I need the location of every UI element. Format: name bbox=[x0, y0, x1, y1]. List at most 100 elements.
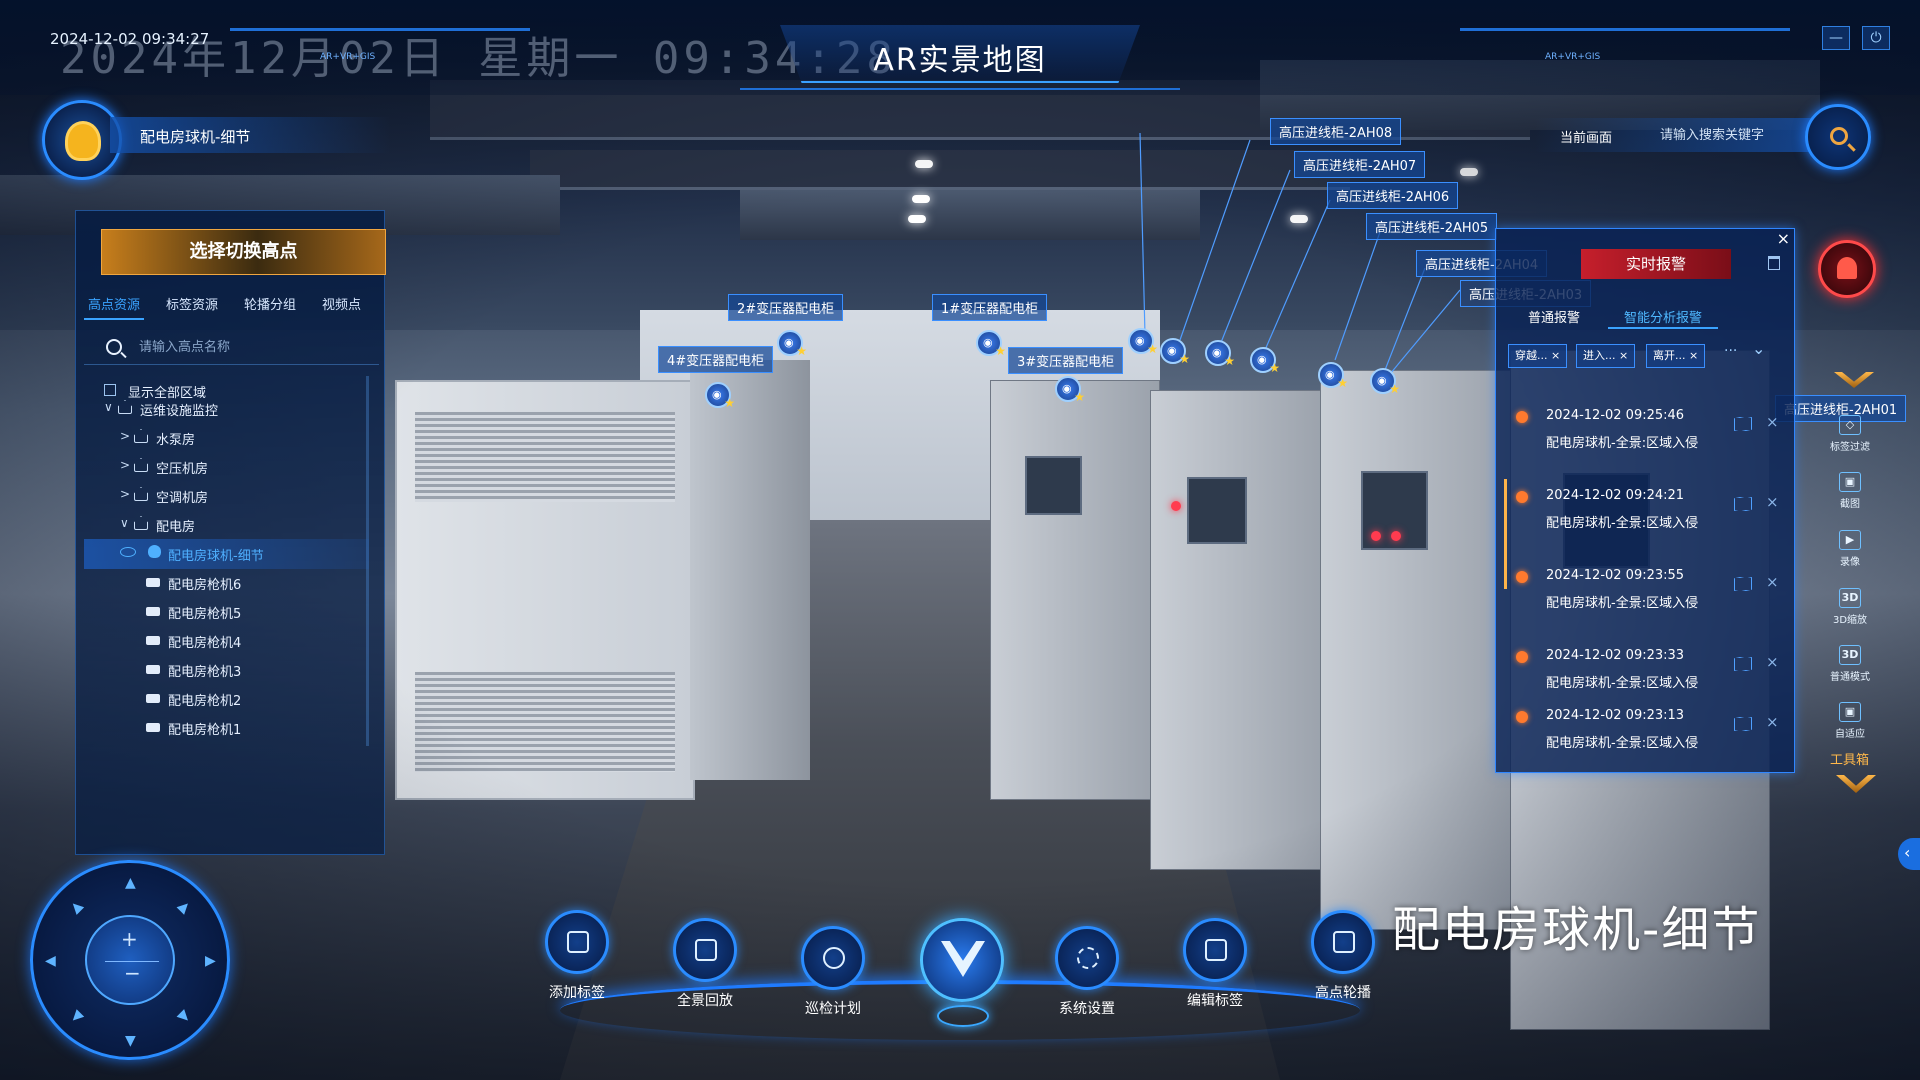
carousel-icon bbox=[1311, 910, 1375, 974]
collapse-sidebar-button[interactable]: ‹ bbox=[1898, 838, 1920, 870]
header-clock: 2024-12-02 09:34:27 bbox=[50, 30, 210, 48]
scene-tag-2ah07[interactable]: 高压进线柜-2AH07 bbox=[1294, 151, 1426, 178]
tree-item-ops-monitor[interactable]: ∨ 运维设施监控 bbox=[76, 394, 376, 424]
panorama-playback-button[interactable]: 全景回放 bbox=[650, 918, 760, 1028]
search-button[interactable] bbox=[1805, 104, 1871, 170]
ptz-control[interactable]: ▲ ▼ ◀ ▶ ▲ ▲ ▲ ▲ + − bbox=[30, 860, 230, 1060]
close-icon[interactable]: × bbox=[1766, 653, 1779, 671]
highpoint-carousel-button[interactable]: 高点轮播 bbox=[1288, 910, 1398, 1020]
map-icon[interactable] bbox=[1734, 657, 1752, 671]
arrow-up-icon[interactable]: ▲ bbox=[125, 875, 136, 891]
camera-icon bbox=[146, 723, 160, 732]
tree-item-gun-camera-6[interactable]: 配电房枪机6 bbox=[76, 568, 376, 598]
close-icon[interactable]: × bbox=[1766, 713, 1779, 731]
tab-highpoint-resources[interactable]: 高点资源 bbox=[88, 294, 140, 313]
alarm-item[interactable]: 2024-12-02 09:25:46 配电房球机-全景:区域入侵 × bbox=[1496, 399, 1796, 469]
scene-tag-1-transformer[interactable]: 1#变压器配电柜 bbox=[932, 294, 1048, 321]
trash-icon[interactable] bbox=[1768, 256, 1780, 270]
3d-zoom-button[interactable]: 3D 3D缩放 bbox=[1826, 588, 1874, 638]
screenshot-button[interactable]: ▣ 截图 bbox=[1826, 472, 1874, 522]
camera-marker-icon[interactable]: ◉ ★ bbox=[1055, 376, 1085, 404]
zoom-in-button[interactable]: + bbox=[121, 927, 138, 951]
record-button[interactable]: ▶ 录像 bbox=[1826, 530, 1874, 580]
map-icon[interactable] bbox=[1734, 717, 1752, 731]
scene-tag-4-transformer[interactable]: 4#变压器配电柜 bbox=[658, 346, 774, 373]
tab-video-points[interactable]: 视频点 bbox=[322, 294, 361, 313]
map-icon[interactable] bbox=[1734, 497, 1752, 511]
chevron-down-icon[interactable]: ∨ bbox=[104, 400, 113, 414]
chevron-right-icon[interactable]: > bbox=[120, 429, 130, 443]
search-icon[interactable] bbox=[106, 339, 122, 355]
more-filters-button[interactable]: ··· bbox=[1724, 343, 1737, 359]
normal-mode-button[interactable]: 3D 普通模式 bbox=[1826, 645, 1874, 695]
camera-marker-icon[interactable]: ◉ ★ bbox=[705, 382, 735, 410]
chevron-right-icon[interactable]: > bbox=[120, 487, 130, 501]
camera-marker-icon[interactable]: ◉ ★ bbox=[1318, 362, 1348, 390]
camera-marker-icon[interactable]: ◉ ★ bbox=[777, 330, 807, 358]
tree-item-gun-camera-1[interactable]: 配电房枪机1 bbox=[76, 713, 376, 743]
chevron-down-icon[interactable]: ∨ bbox=[120, 516, 129, 530]
camera-marker-icon[interactable]: ◉ ★ bbox=[1250, 347, 1280, 375]
adaptive-button[interactable]: ▣ 自适应 bbox=[1826, 702, 1874, 752]
filter-chip-enter[interactable]: 进入... × bbox=[1576, 344, 1636, 368]
scene-search-input[interactable] bbox=[1660, 124, 1820, 146]
tree-item-power-room[interactable]: ∨ 配电房 bbox=[76, 510, 376, 540]
arrow-down-left-icon[interactable]: ▲ bbox=[67, 1008, 86, 1027]
tag-filter-button[interactable]: ◇ 标签过滤 bbox=[1826, 415, 1874, 465]
minimize-button[interactable]: — bbox=[1822, 26, 1850, 50]
chevron-right-icon[interactable]: > bbox=[120, 458, 130, 472]
camera-marker-icon[interactable]: ◉ ★ bbox=[976, 330, 1006, 358]
scene-tag-2ah05[interactable]: 高压进线柜-2AH05 bbox=[1366, 213, 1498, 240]
alarm-item[interactable]: 2024-12-02 09:23:13 配电房球机-全景:区域入侵 × bbox=[1496, 699, 1796, 769]
close-icon[interactable]: × bbox=[1766, 493, 1779, 511]
eye-icon[interactable] bbox=[120, 547, 136, 557]
map-icon[interactable] bbox=[1734, 417, 1752, 431]
building-icon bbox=[134, 458, 148, 472]
arrow-down-icon[interactable]: ▼ bbox=[125, 1033, 136, 1049]
chevron-down-icon[interactable]: ⌄ bbox=[1752, 339, 1765, 358]
tree-item-gun-camera-2[interactable]: 配电房枪机2 bbox=[76, 684, 376, 714]
filter-chip-leave[interactable]: 离开... × bbox=[1646, 344, 1706, 368]
scene-tag-3-transformer[interactable]: 3#变压器配电柜 bbox=[1008, 347, 1124, 374]
patrol-plan-button[interactable]: 巡检计划 bbox=[778, 926, 888, 1036]
tab-normal-alarm[interactable]: 普通报警 bbox=[1528, 307, 1580, 326]
close-icon[interactable]: × bbox=[1766, 413, 1779, 431]
alarm-siren-button[interactable] bbox=[1818, 240, 1876, 298]
camera-marker-icon[interactable]: ◉ ★ bbox=[1370, 368, 1400, 396]
close-icon[interactable]: × bbox=[1777, 229, 1790, 248]
arrow-up-left-icon[interactable]: ▲ bbox=[67, 898, 86, 917]
arrow-right-icon[interactable]: ▶ bbox=[205, 953, 216, 969]
arrow-down-right-icon[interactable]: ▲ bbox=[175, 1008, 194, 1027]
tree-item-air-compressor-room[interactable]: > 空压机房 bbox=[76, 452, 376, 482]
tree-item-pump-room[interactable]: > 水泵房 bbox=[76, 423, 376, 453]
camera-marker-icon[interactable]: ◉ ★ bbox=[1205, 340, 1235, 368]
tree-item-gun-camera-4[interactable]: 配电房枪机4 bbox=[76, 626, 376, 656]
scene-tag-2ah08[interactable]: 高压进线柜-2AH08 bbox=[1270, 118, 1402, 145]
camera-marker-icon[interactable]: ◉ ★ bbox=[1160, 338, 1190, 366]
alarm-item[interactable]: 2024-12-02 09:23:55 配电房球机-全景:区域入侵 × bbox=[1496, 559, 1796, 629]
close-icon[interactable]: × bbox=[1766, 573, 1779, 591]
filter-chip-cross[interactable]: 穿越... × bbox=[1508, 344, 1568, 368]
tree-item-gun-camera-3[interactable]: 配电房枪机3 bbox=[76, 655, 376, 685]
arrow-left-icon[interactable]: ◀ bbox=[45, 953, 56, 969]
system-settings-button[interactable]: 系统设置 bbox=[1032, 926, 1142, 1036]
toolbox-label[interactable]: 工具箱 bbox=[1830, 749, 1869, 768]
tab-tag-resources[interactable]: 标签资源 bbox=[166, 294, 218, 313]
highpoint-search-input[interactable] bbox=[139, 336, 369, 358]
tab-carousel-groups[interactable]: 轮播分组 bbox=[244, 294, 296, 313]
tree-item-hvac-room[interactable]: > 空调机房 bbox=[76, 481, 376, 511]
tree-item-gun-camera-5[interactable]: 配电房枪机5 bbox=[76, 597, 376, 627]
add-tag-button[interactable]: 添加标签 bbox=[522, 910, 632, 1020]
camera-marker-icon[interactable]: ◉ ★ bbox=[1128, 328, 1158, 356]
tab-smart-analysis-alarm[interactable]: 智能分析报警 bbox=[1624, 307, 1702, 326]
power-button[interactable]: ⏻ bbox=[1862, 26, 1890, 50]
arrow-up-right-icon[interactable]: ▲ bbox=[175, 898, 194, 917]
zoom-out-button[interactable]: − bbox=[124, 961, 141, 985]
alarm-item[interactable]: 2024-12-02 09:24:21 配电房球机-全景:区域入侵 × bbox=[1496, 479, 1796, 549]
scene-tag-2ah06[interactable]: 高压进线柜-2AH06 bbox=[1327, 182, 1459, 209]
scene-tag-2-transformer[interactable]: 2#变压器配电柜 bbox=[728, 294, 844, 321]
center-menu-button[interactable] bbox=[920, 918, 1004, 1002]
map-icon[interactable] bbox=[1734, 577, 1752, 591]
tree-item-dome-camera-detail[interactable]: 配电房球机-细节 bbox=[84, 539, 369, 569]
edit-tag-button[interactable]: 编辑标签 bbox=[1160, 918, 1270, 1028]
